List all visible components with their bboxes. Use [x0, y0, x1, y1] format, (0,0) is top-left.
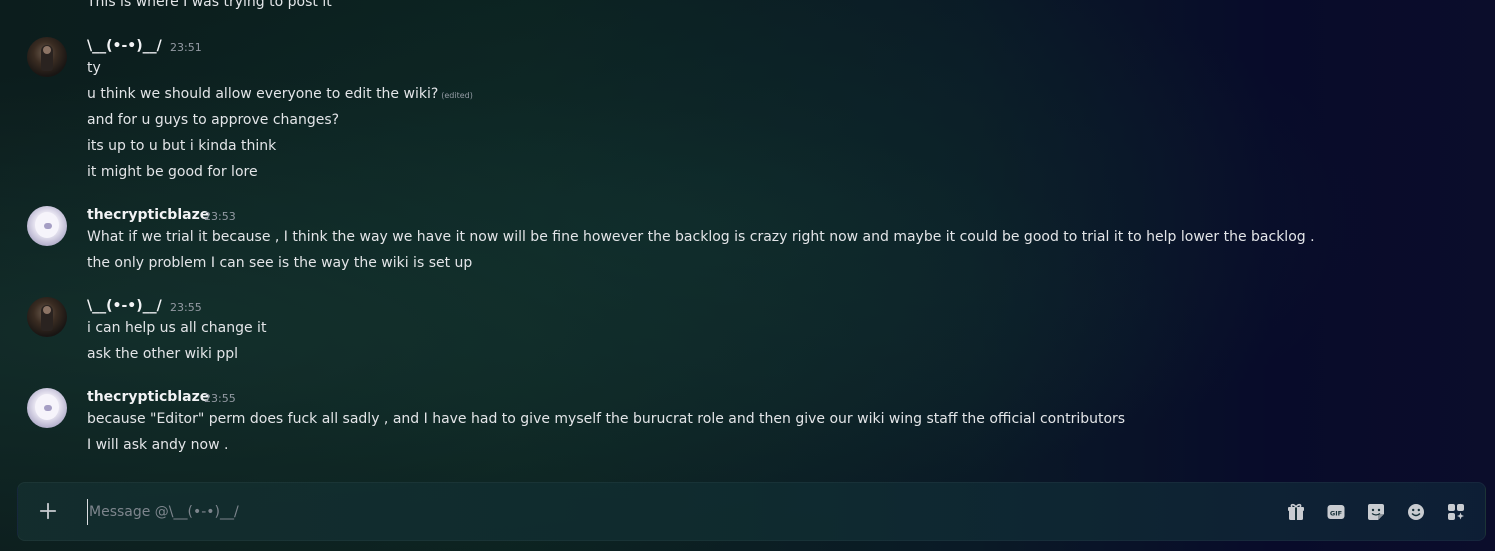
sticker-icon[interactable]	[1365, 501, 1387, 523]
message-composer: GIF	[17, 482, 1486, 541]
message-line: it might be good for lore	[87, 164, 258, 180]
message-line: ty	[87, 60, 101, 76]
message-line: ask the other wiki ppl	[87, 346, 239, 362]
edited-tag: (edited)	[441, 91, 473, 100]
timestamp: 23:51	[170, 41, 202, 54]
message-input[interactable]	[87, 499, 1271, 525]
timestamp: 23:55	[204, 392, 236, 405]
gift-icon[interactable]	[1285, 501, 1307, 523]
apps-icon[interactable]	[1445, 501, 1467, 523]
message-line: the only problem I can see is the way th…	[87, 255, 473, 271]
plus-icon[interactable]	[37, 500, 59, 522]
message-line: What if we trial it because , I think th…	[87, 229, 1315, 245]
message-line: i can help us all change it	[87, 320, 267, 336]
chat-messages: This is where I was trying to post it \_…	[0, 0, 1495, 470]
author-name[interactable]: \__(•-•)__/	[87, 298, 162, 314]
gif-icon[interactable]: GIF	[1325, 501, 1347, 523]
message-line: and for u guys to approve changes?	[87, 112, 340, 128]
message-text: u think we should allow everyone to edit…	[87, 86, 439, 102]
message-line: This is where I was trying to post it	[87, 0, 332, 10]
message-line: because "Editor" perm does fuck all sadl…	[87, 411, 1126, 427]
author-name[interactable]: \__(•-•)__/	[87, 38, 162, 54]
timestamp: 23:55	[170, 301, 202, 314]
svg-text:GIF: GIF	[1330, 510, 1342, 518]
message-line: u think we should allow everyone to edit…	[87, 85, 473, 105]
author-name[interactable]: thecrypticblaze	[87, 389, 209, 405]
timestamp: 23:53	[204, 210, 236, 223]
message-line: I will ask andy now .	[87, 437, 229, 453]
message-line: its up to u but i kinda think	[87, 138, 277, 154]
author-name[interactable]: thecrypticblaze	[87, 207, 209, 223]
avatar[interactable]	[27, 206, 67, 246]
avatar[interactable]	[27, 297, 67, 337]
avatar[interactable]	[27, 37, 67, 77]
emoji-icon[interactable]	[1405, 501, 1427, 523]
avatar[interactable]	[27, 388, 67, 428]
